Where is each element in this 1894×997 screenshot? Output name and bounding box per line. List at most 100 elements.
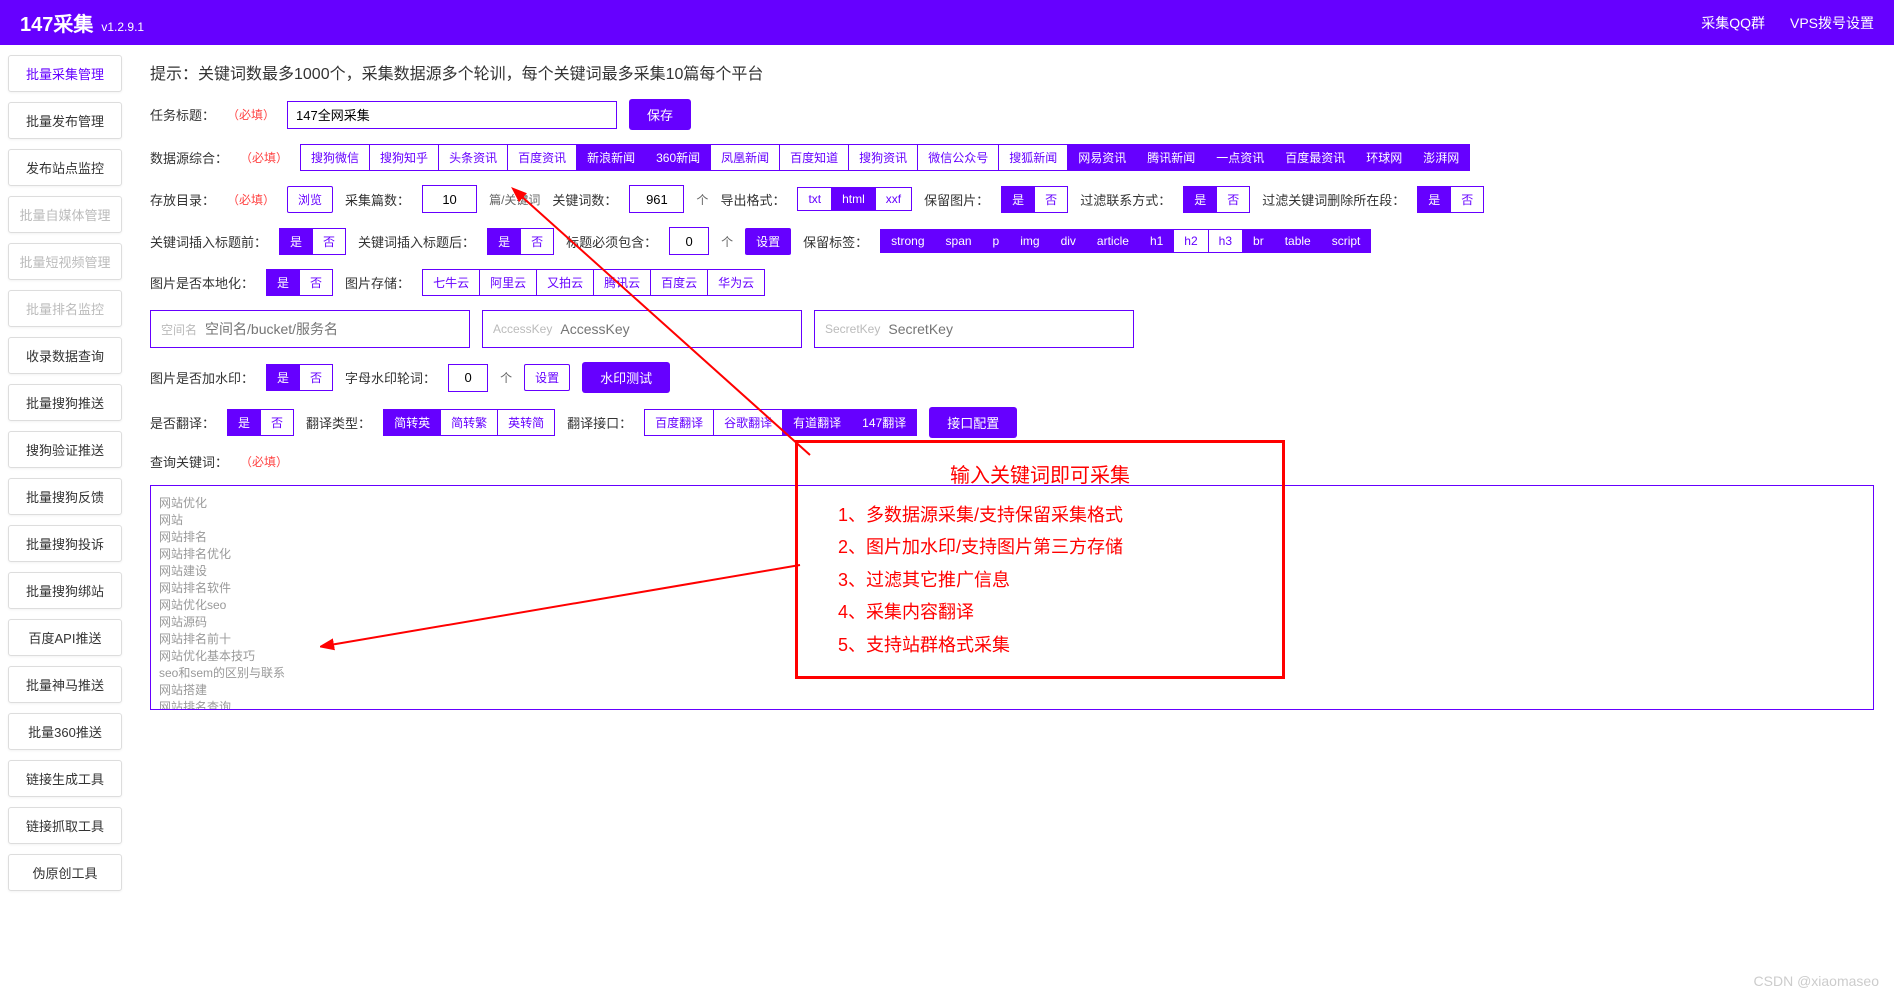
source-tag[interactable]: 百度资讯 bbox=[508, 144, 577, 171]
translate-type-tag[interactable]: 简转繁 bbox=[441, 409, 498, 436]
filter-keyword-label: 过滤关键词删除所在段： bbox=[1262, 190, 1405, 209]
source-tag[interactable]: 百度最资讯 bbox=[1275, 144, 1356, 171]
image-local-no[interactable]: 否 bbox=[300, 269, 333, 296]
source-tag[interactable]: 搜狗资讯 bbox=[849, 144, 918, 171]
insert-before-no[interactable]: 否 bbox=[313, 228, 346, 255]
translate-type-tag[interactable]: 英转简 bbox=[498, 409, 555, 436]
translate-api-tag[interactable]: 147翻译 bbox=[852, 409, 917, 436]
collect-count-input[interactable] bbox=[422, 185, 477, 213]
keep-tag[interactable]: img bbox=[1010, 229, 1050, 253]
source-tag[interactable]: 新浪新闻 bbox=[577, 144, 646, 171]
translate-yes[interactable]: 是 bbox=[227, 409, 261, 436]
watermark-yes[interactable]: 是 bbox=[266, 364, 300, 391]
translate-no[interactable]: 否 bbox=[261, 409, 294, 436]
cloud-sk-input[interactable] bbox=[888, 321, 1123, 337]
sidebar-item[interactable]: 批量搜狗投诉 bbox=[8, 525, 122, 562]
sidebar-item[interactable]: 批量发布管理 bbox=[8, 102, 122, 139]
source-tag[interactable]: 头条资讯 bbox=[439, 144, 508, 171]
export-format-tag[interactable]: txt bbox=[797, 187, 832, 211]
source-tag[interactable]: 搜狗知乎 bbox=[370, 144, 439, 171]
sidebar-item[interactable]: 批量采集管理 bbox=[8, 55, 122, 92]
keep-tag[interactable]: article bbox=[1087, 229, 1140, 253]
sidebar-item[interactable]: 批量360推送 bbox=[8, 713, 122, 750]
image-store-tag[interactable]: 腾讯云 bbox=[594, 269, 651, 296]
source-tag[interactable]: 搜狐新闻 bbox=[999, 144, 1068, 171]
source-tag[interactable]: 微信公众号 bbox=[918, 144, 999, 171]
link-vps-settings[interactable]: VPS拨号设置 bbox=[1790, 13, 1874, 33]
filter-contact-yes[interactable]: 是 bbox=[1183, 186, 1217, 213]
image-store-tag[interactable]: 百度云 bbox=[651, 269, 708, 296]
source-tag[interactable]: 腾讯新闻 bbox=[1137, 144, 1206, 171]
keep-image-yes[interactable]: 是 bbox=[1001, 186, 1035, 213]
watermark-rotate-input[interactable] bbox=[448, 364, 488, 392]
keep-tag[interactable]: span bbox=[936, 229, 983, 253]
keep-image-no[interactable]: 否 bbox=[1035, 186, 1068, 213]
sidebar-item[interactable]: 批量排名监控 bbox=[8, 290, 122, 327]
browse-button[interactable]: 浏览 bbox=[287, 186, 333, 213]
image-local-yes[interactable]: 是 bbox=[266, 269, 300, 296]
api-config-button[interactable]: 接口配置 bbox=[929, 407, 1017, 438]
source-tag[interactable]: 环球网 bbox=[1356, 144, 1413, 171]
cloud-space-input[interactable] bbox=[205, 321, 459, 337]
sidebar-item[interactable]: 链接生成工具 bbox=[8, 760, 122, 797]
sidebar-item[interactable]: 搜狗验证推送 bbox=[8, 431, 122, 468]
image-store-tags: 七牛云阿里云又拍云腾讯云百度云华为云 bbox=[422, 269, 765, 296]
app-version: v1.2.9.1 bbox=[101, 20, 144, 34]
image-store-tag[interactable]: 七牛云 bbox=[422, 269, 480, 296]
watermark-no[interactable]: 否 bbox=[300, 364, 333, 391]
keyword-count-input[interactable] bbox=[629, 185, 684, 213]
sidebar-item[interactable]: 批量自媒体管理 bbox=[8, 196, 122, 233]
keep-tag[interactable]: table bbox=[1275, 229, 1322, 253]
sidebar-item[interactable]: 伪原创工具 bbox=[8, 854, 122, 891]
translate-api-tag[interactable]: 谷歌翻译 bbox=[714, 409, 783, 436]
insert-after-no[interactable]: 否 bbox=[521, 228, 554, 255]
sidebar-item[interactable]: 链接抓取工具 bbox=[8, 807, 122, 844]
source-tag[interactable]: 360新闻 bbox=[646, 144, 711, 171]
sidebar-item[interactable]: 批量神马推送 bbox=[8, 666, 122, 703]
keep-tag[interactable]: script bbox=[1322, 229, 1372, 253]
watermark-set-button[interactable]: 设置 bbox=[524, 364, 570, 391]
source-tag[interactable]: 百度知道 bbox=[780, 144, 849, 171]
source-tag[interactable]: 澎湃网 bbox=[1413, 144, 1470, 171]
sidebar-item[interactable]: 批量搜狗反馈 bbox=[8, 478, 122, 515]
title-contain-set-button[interactable]: 设置 bbox=[745, 228, 791, 255]
link-qq-group[interactable]: 采集QQ群 bbox=[1701, 13, 1765, 33]
filter-keyword-no[interactable]: 否 bbox=[1451, 186, 1484, 213]
keep-tag[interactable]: h3 bbox=[1209, 229, 1243, 253]
watermark-test-button[interactable]: 水印测试 bbox=[582, 362, 670, 393]
title-contain-input[interactable] bbox=[669, 227, 709, 255]
source-tag[interactable]: 搜狗微信 bbox=[300, 144, 370, 171]
translate-api-tag[interactable]: 有道翻译 bbox=[783, 409, 852, 436]
source-tag[interactable]: 一点资讯 bbox=[1206, 144, 1275, 171]
keep-tag[interactable]: h2 bbox=[1174, 229, 1208, 253]
image-store-tag[interactable]: 华为云 bbox=[708, 269, 765, 296]
keep-tag[interactable]: br bbox=[1243, 229, 1275, 253]
translate-type-tag[interactable]: 简转英 bbox=[383, 409, 441, 436]
sidebar-item[interactable]: 收录数据查询 bbox=[8, 337, 122, 374]
image-store-tag[interactable]: 又拍云 bbox=[537, 269, 594, 296]
sidebar-item[interactable]: 批量搜狗推送 bbox=[8, 384, 122, 421]
keep-tag[interactable]: h1 bbox=[1140, 229, 1174, 253]
sidebar-item[interactable]: 批量搜狗绑站 bbox=[8, 572, 122, 609]
sidebar-item[interactable]: 批量短视频管理 bbox=[8, 243, 122, 280]
keep-tag[interactable]: div bbox=[1051, 229, 1087, 253]
translate-api-tag[interactable]: 百度翻译 bbox=[644, 409, 714, 436]
keep-tag[interactable]: p bbox=[983, 229, 1011, 253]
filter-contact-no[interactable]: 否 bbox=[1217, 186, 1250, 213]
source-tag[interactable]: 网易资讯 bbox=[1068, 144, 1137, 171]
export-format-tag[interactable]: html bbox=[832, 187, 876, 211]
insert-after-yes[interactable]: 是 bbox=[487, 228, 521, 255]
sidebar-item[interactable]: 发布站点监控 bbox=[8, 149, 122, 186]
save-button[interactable]: 保存 bbox=[629, 99, 691, 130]
cloud-ak-input[interactable] bbox=[560, 321, 791, 337]
filter-keyword-yes[interactable]: 是 bbox=[1417, 186, 1451, 213]
image-store-tag[interactable]: 阿里云 bbox=[480, 269, 537, 296]
insert-before-yes[interactable]: 是 bbox=[279, 228, 313, 255]
export-format-tag[interactable]: xxf bbox=[876, 187, 912, 211]
source-tag[interactable]: 凤凰新闻 bbox=[711, 144, 780, 171]
keep-tags-label: 保留标签： bbox=[803, 232, 868, 251]
keep-tag[interactable]: strong bbox=[880, 229, 935, 253]
task-title-input[interactable] bbox=[287, 101, 617, 129]
sidebar-item[interactable]: 百度API推送 bbox=[8, 619, 122, 656]
annotation-box: 输入关键词即可采集 1、多数据源采集/支持保留采集格式 2、图片加水印/支持图片… bbox=[795, 440, 1285, 679]
